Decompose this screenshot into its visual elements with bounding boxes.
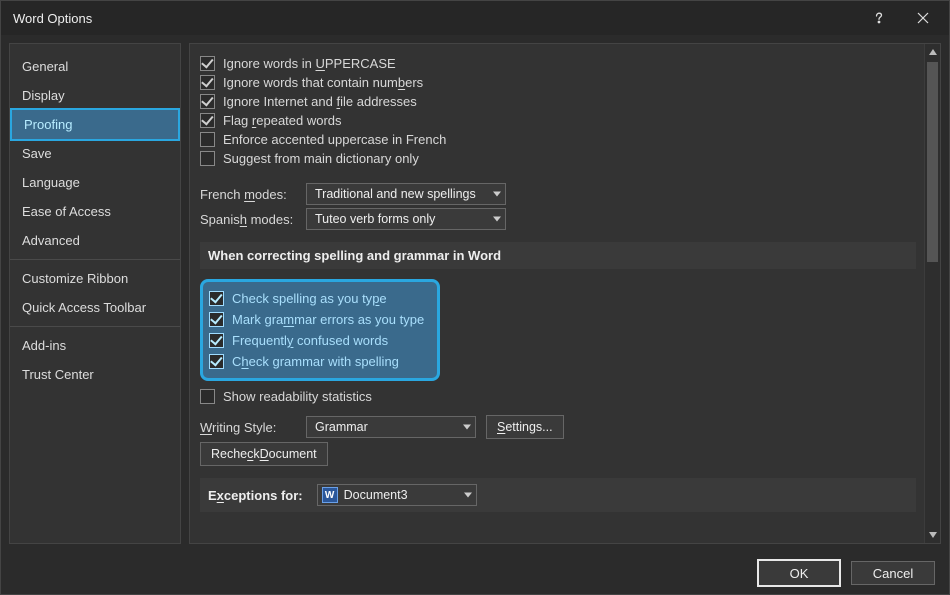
recheck-document-button[interactable]: Recheck Document — [200, 442, 328, 466]
writing-style-select[interactable]: Grammar — [306, 416, 476, 438]
select-value: Tuteo verb forms only — [315, 212, 435, 226]
checkbox-icon[interactable] — [200, 389, 215, 404]
checkbox-icon[interactable] — [200, 75, 215, 90]
word-options-dialog: Word Options General Display Proofing Sa… — [0, 0, 950, 595]
scroll-track[interactable] — [925, 60, 940, 527]
french-modes-row: French modes: Traditional and new spelli… — [200, 183, 916, 205]
checkbox-label: Enforce accented uppercase in French — [223, 132, 446, 147]
checkbox-icon[interactable] — [209, 354, 224, 369]
section-header-exceptions: Exceptions for: W Document3 — [200, 478, 916, 512]
ok-button[interactable]: OK — [757, 559, 841, 587]
sidebar-item-save[interactable]: Save — [10, 139, 180, 168]
sidebar-item-proofing[interactable]: Proofing — [10, 108, 180, 141]
checkbox-icon[interactable] — [209, 312, 224, 327]
sidebar-item-general[interactable]: General — [10, 52, 180, 81]
scroll-up-arrow-icon[interactable] — [925, 44, 940, 60]
help-button[interactable] — [857, 1, 901, 35]
section-header-word: When correcting spelling and grammar in … — [200, 242, 916, 269]
chevron-down-icon — [493, 192, 501, 197]
chevron-down-icon — [463, 425, 471, 430]
checkbox-icon[interactable] — [200, 94, 215, 109]
opt-flag-repeated[interactable]: Flag repeated words — [200, 111, 916, 130]
chevron-down-icon — [464, 493, 472, 498]
sidebar-item-trust-center[interactable]: Trust Center — [10, 360, 180, 389]
opt-readability[interactable]: Show readability statistics — [200, 387, 916, 406]
sidebar-separator — [10, 326, 180, 327]
checkbox-label: Mark grammar errors as you type — [232, 312, 424, 327]
spanish-modes-label: Spanish modes: — [200, 212, 296, 227]
scroll-thumb[interactable] — [927, 62, 938, 262]
dialog-title: Word Options — [13, 11, 857, 26]
opt-check-spelling[interactable]: Check spelling as you type — [209, 288, 427, 309]
spanish-modes-select[interactable]: Tuteo verb forms only — [306, 208, 506, 230]
dialog-buttons: OK Cancel — [1, 552, 949, 594]
checkbox-label: Ignore Internet and file addresses — [223, 94, 417, 109]
sidebar-item-customize-ribbon[interactable]: Customize Ribbon — [10, 264, 180, 293]
vertical-scrollbar[interactable] — [924, 44, 940, 543]
checkbox-icon[interactable] — [209, 291, 224, 306]
exceptions-label: Exceptions for: — [208, 488, 303, 503]
dialog-body: General Display Proofing Save Language E… — [1, 35, 949, 552]
french-modes-label: French modes: — [200, 187, 296, 202]
opt-ignore-numbers[interactable]: Ignore words that contain numbers — [200, 73, 916, 92]
checkbox-icon[interactable] — [209, 333, 224, 348]
select-value: Document3 — [344, 488, 408, 502]
options-panel: Ignore words in UPPERCASE Ignore words t… — [189, 43, 941, 544]
recheck-row: Recheck Document — [200, 442, 916, 466]
checkbox-label: Suggest from main dictionary only — [223, 151, 419, 166]
checkbox-label: Check spelling as you type — [232, 291, 387, 306]
options-scroll-area: Ignore words in UPPERCASE Ignore words t… — [190, 44, 924, 543]
exceptions-select[interactable]: W Document3 — [317, 484, 477, 506]
cancel-button[interactable]: Cancel — [851, 561, 935, 585]
checkbox-icon[interactable] — [200, 56, 215, 71]
checkbox-label: Flag repeated words — [223, 113, 342, 128]
opt-grammar-with-spelling[interactable]: Check grammar with spelling — [209, 351, 427, 372]
sidebar-item-add-ins[interactable]: Add-ins — [10, 331, 180, 360]
checkbox-icon[interactable] — [200, 151, 215, 166]
writing-style-label: Writing Style: — [200, 420, 296, 435]
opt-frequently-confused[interactable]: Frequently confused words — [209, 330, 427, 351]
french-modes-select[interactable]: Traditional and new spellings — [306, 183, 506, 205]
checkbox-label: Frequently confused words — [232, 333, 388, 348]
sidebar-separator — [10, 259, 180, 260]
checkbox-icon[interactable] — [200, 132, 215, 147]
settings-button[interactable]: Settings... — [486, 415, 564, 439]
select-value: Traditional and new spellings — [315, 187, 476, 201]
spanish-modes-row: Spanish modes: Tuteo verb forms only — [200, 208, 916, 230]
opt-suggest-main[interactable]: Suggest from main dictionary only — [200, 149, 916, 168]
chevron-down-icon — [493, 217, 501, 222]
sidebar-item-ease-of-access[interactable]: Ease of Access — [10, 197, 180, 226]
scroll-down-arrow-icon[interactable] — [925, 527, 940, 543]
checkbox-icon[interactable] — [200, 113, 215, 128]
checkbox-label: Check grammar with spelling — [232, 354, 399, 369]
sidebar-item-advanced[interactable]: Advanced — [10, 226, 180, 255]
opt-mark-grammar[interactable]: Mark grammar errors as you type — [209, 309, 427, 330]
checkbox-label: Ignore words in UPPERCASE — [223, 56, 396, 71]
highlighted-options-group: Check spelling as you type Mark grammar … — [200, 279, 440, 381]
checkbox-label: Show readability statistics — [223, 389, 372, 404]
sidebar-item-language[interactable]: Language — [10, 168, 180, 197]
sidebar-item-quick-access-toolbar[interactable]: Quick Access Toolbar — [10, 293, 180, 322]
titlebar: Word Options — [1, 1, 949, 35]
opt-ignore-uppercase[interactable]: Ignore words in UPPERCASE — [200, 54, 916, 73]
close-button[interactable] — [901, 1, 945, 35]
writing-style-row: Writing Style: Grammar Settings... — [200, 415, 916, 439]
checkbox-label: Ignore words that contain numbers — [223, 75, 423, 90]
category-sidebar: General Display Proofing Save Language E… — [9, 43, 181, 544]
select-value: Grammar — [315, 420, 368, 434]
word-document-icon: W — [322, 487, 338, 503]
sidebar-item-display[interactable]: Display — [10, 81, 180, 110]
opt-enforce-french[interactable]: Enforce accented uppercase in French — [200, 130, 916, 149]
opt-ignore-internet[interactable]: Ignore Internet and file addresses — [200, 92, 916, 111]
